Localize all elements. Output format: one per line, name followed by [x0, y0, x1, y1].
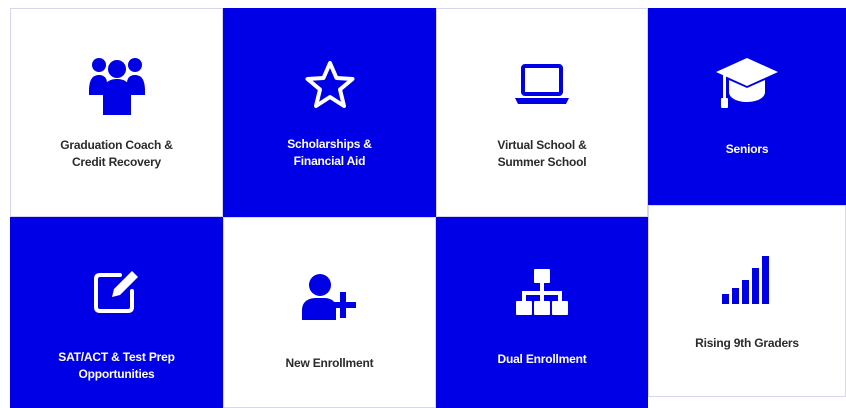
tile-label: SAT/ACT & Test Prep Opportunities [10, 349, 223, 383]
tile-label-line: SAT/ACT & Test Prep [58, 350, 175, 364]
tile-label-line: Dual Enrollment [497, 352, 587, 366]
tile-dual-enrollment[interactable]: Dual Enrollment [436, 217, 648, 408]
tile-rising-9th-graders[interactable]: Rising 9th Graders [648, 205, 846, 397]
add-user-icon [301, 272, 358, 322]
tile-label-line: Credit Recovery [71, 155, 162, 169]
tile-label-line: Graduation Coach & [60, 138, 173, 152]
sitemap-icon [515, 267, 569, 319]
tile-label: Dual Enrollment [436, 351, 648, 368]
tile-sat-act-test-prep[interactable]: SAT/ACT & Test Prep Opportunities [10, 217, 223, 408]
tile-graduation-coach[interactable]: Graduation Coach & Credit Recovery [10, 8, 223, 217]
tile-label-line: Financial Aid [293, 154, 366, 168]
laptop-icon [514, 63, 570, 107]
tile-new-enrollment[interactable]: New Enrollment [223, 217, 436, 408]
tile-label: Virtual School & Summer School [437, 137, 647, 171]
tile-label-line: Virtual School & [497, 138, 587, 152]
tile-label-line: Opportunities [78, 367, 155, 381]
program-tile-grid: Graduation Coach & Credit Recovery Schol… [0, 0, 846, 408]
tile-label: New Enrollment [224, 355, 435, 372]
tile-seniors[interactable]: Seniors [648, 8, 846, 205]
tile-label: Rising 9th Graders [649, 335, 845, 352]
tile-scholarships[interactable]: Scholarships & Financial Aid [223, 8, 436, 217]
tile-label-line: Summer School [497, 155, 587, 169]
tile-label: Scholarships & Financial Aid [223, 136, 436, 170]
signal-bars-icon [720, 254, 774, 306]
graduation-cap-icon [715, 56, 779, 112]
tile-label-line: New Enrollment [285, 356, 374, 370]
tile-label-line: Scholarships & [287, 137, 372, 151]
tile-label: Graduation Coach & Credit Recovery [11, 137, 222, 171]
tile-label-line: Rising 9th Graders [695, 336, 799, 350]
people-group-icon [88, 55, 145, 115]
tile-label: Seniors [648, 141, 846, 158]
star-icon [304, 60, 356, 110]
tile-label-line: Seniors [725, 142, 769, 156]
tile-virtual-school[interactable]: Virtual School & Summer School [436, 8, 648, 217]
edit-icon [92, 267, 142, 315]
